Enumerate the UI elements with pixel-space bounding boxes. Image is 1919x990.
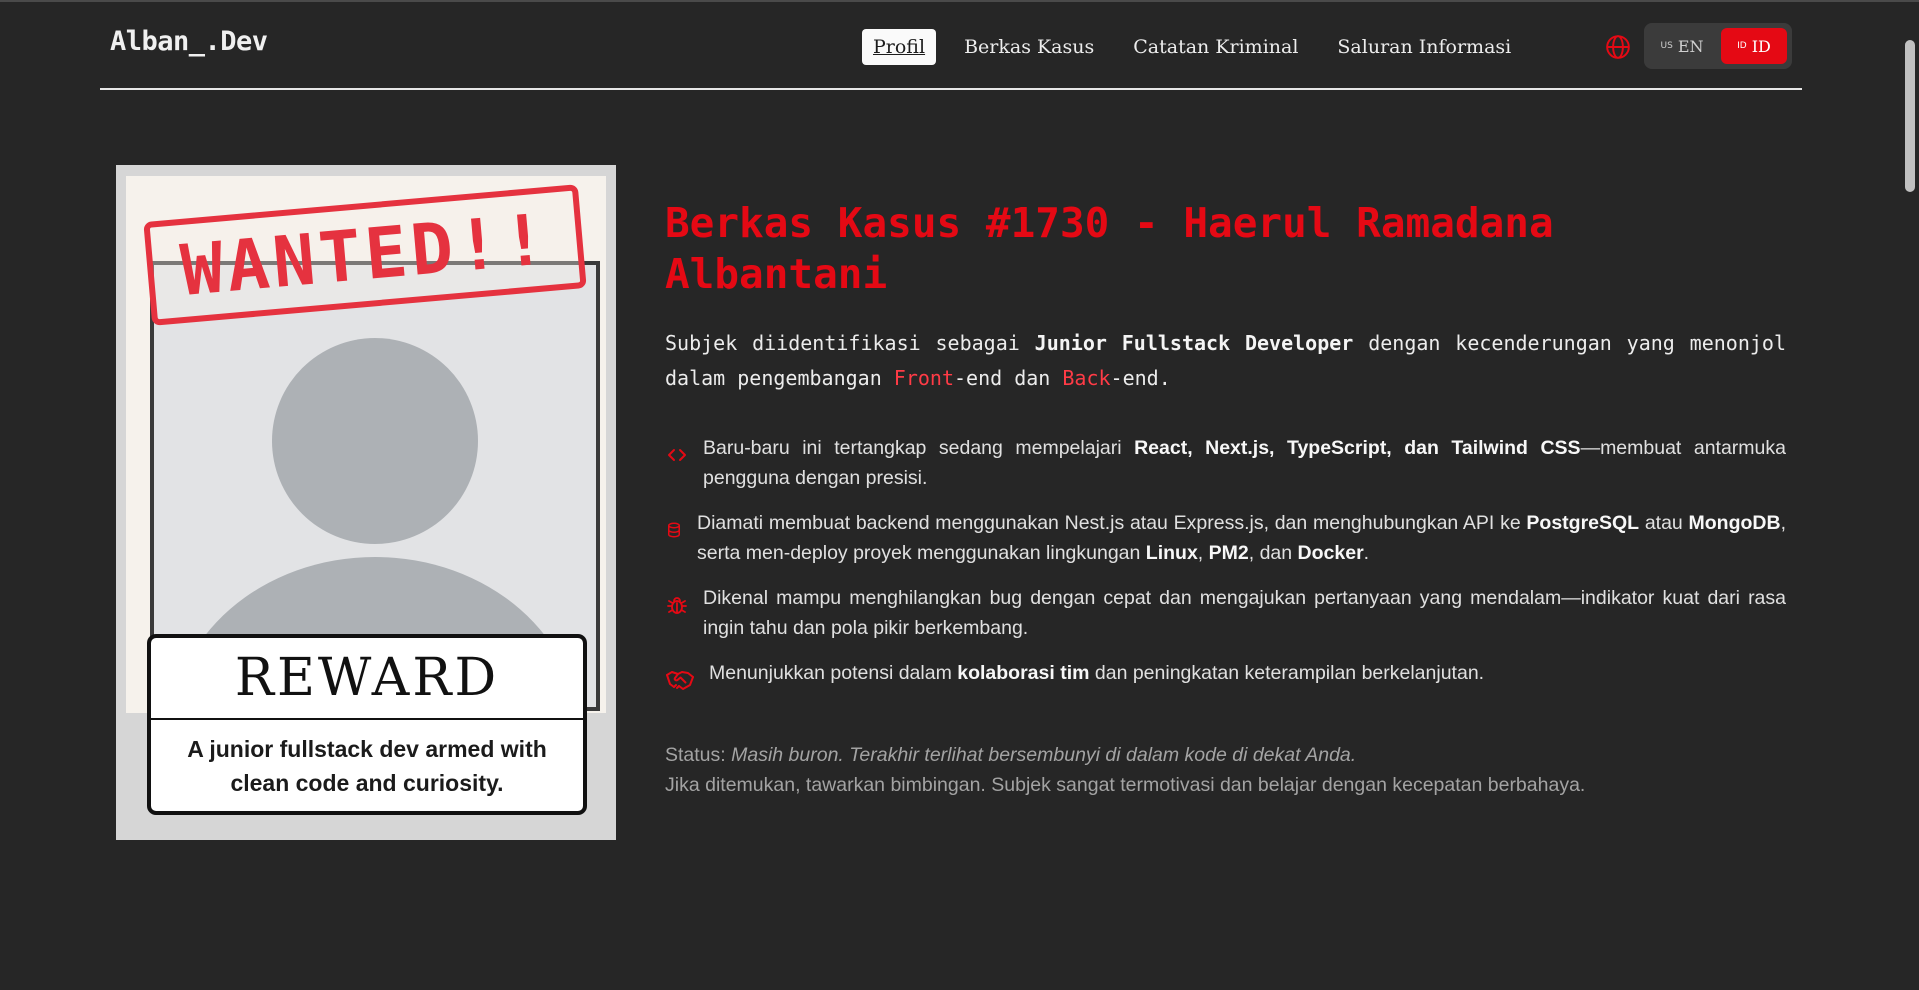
id-flag-icon: ID (1737, 41, 1747, 51)
globe-icon (1606, 35, 1630, 59)
bullet-text: Baru-baru ini tertangkap sedang mempelaj… (703, 437, 1135, 459)
code-icon (668, 449, 686, 461)
lang-en-button[interactable]: US EN (1649, 28, 1715, 64)
page-title: Berkas Kasus #1730 - Haerul Ramadana Alb… (665, 199, 1554, 298)
bullet-text: Diamati membuat backend menggunakan Nest… (697, 512, 1527, 534)
status-line-2: Jika ditemukan, tawarkan bimbingan. Subj… (665, 774, 1586, 796)
bullet-text: Menunjukkan potensi dalam (709, 662, 958, 684)
skill-debugging-text: Dikenal mampu menghilangkan bug dengan c… (703, 587, 1786, 639)
bullet-emphasis: Docker (1297, 542, 1364, 564)
status-label: Status: (665, 744, 732, 766)
skill-backend-text: Diamati membuat backend menggunakan Nest… (697, 508, 1786, 568)
bullet-text: atau (1639, 512, 1689, 534)
bullet-emphasis: Linux (1145, 542, 1198, 564)
database-icon (668, 522, 680, 538)
language-toggle: US EN ID ID (1644, 23, 1792, 69)
skill-frontend-text: Baru-baru ini tertangkap sedang mempelaj… (703, 433, 1786, 493)
bullet-emphasis: PM2 (1208, 542, 1249, 564)
list-item: Diamati membuat backend menggunakan Nest… (665, 508, 1786, 568)
bullet-emphasis: React, Next.js, TypeScript, dan Tailwind… (1134, 437, 1581, 459)
lang-en-label: EN (1677, 36, 1704, 56)
list-item: Menunjukkan potensi dalam kolaborasi tim… (665, 658, 1786, 692)
list-item: Baru-baru ini tertangkap sedang mempelaj… (665, 433, 1786, 493)
wanted-stamp-text: WANTED!! (177, 198, 553, 312)
wanted-poster: WANTED!! REWARD A junior fullstack dev a… (116, 165, 616, 840)
nav-item-saluran-informasi[interactable]: Saluran Informasi (1326, 29, 1522, 65)
status-note: Status: Masih buron. Terakhir terlihat b… (665, 740, 1805, 800)
skill-collaboration-text: Menunjukkan potensi dalam kolaborasi tim… (709, 658, 1786, 688)
intro-text: -end. (1110, 366, 1171, 390)
bullet-text: dan peningkatan keterampilan berkelanjut… (1089, 662, 1485, 684)
reward-card: REWARD A junior fullstack dev armed with… (147, 634, 587, 815)
bullet-text: , dan (1248, 542, 1298, 564)
intro-front-highlight: Front (893, 366, 954, 390)
intro-back-highlight: Back (1062, 366, 1111, 390)
lang-id-button[interactable]: ID ID (1721, 28, 1787, 64)
lang-id-label: ID (1751, 36, 1771, 56)
nav-item-berkas-kasus[interactable]: Berkas Kasus (953, 29, 1105, 65)
site-logo[interactable]: Alban_.Dev (110, 26, 268, 57)
reward-description: A junior fullstack dev armed with clean … (187, 736, 547, 796)
page-scrollbar[interactable] (1905, 40, 1915, 192)
intro-text: Subjek diidentifikasi sebagai (665, 331, 1035, 355)
nav-item-profil[interactable]: Profil (862, 29, 937, 65)
list-item: Dikenal mampu menghilangkan bug dengan c… (665, 583, 1786, 643)
status-text: Masih buron. Terakhir terlihat bersembun… (731, 744, 1357, 766)
bullet-emphasis: kolaborasi tim (957, 662, 1090, 684)
main-nav: Profil Berkas Kasus Catatan Kriminal Sal… (862, 27, 1539, 67)
us-flag-icon: US (1660, 41, 1673, 51)
skills-list: Baru-baru ini tertangkap sedang mempelaj… (665, 433, 1786, 707)
intro-role: Junior Fullstack Developer (1034, 331, 1354, 355)
reward-title: REWARD (151, 638, 583, 720)
handshake-icon (666, 671, 694, 690)
bullet-emphasis: PostgreSQL (1526, 512, 1640, 534)
intro-text: -end dan (954, 366, 1063, 390)
bullet-text: , (1197, 542, 1209, 564)
site-header: Alban_.Dev Profil Berkas Kasus Catatan K… (100, 0, 1802, 90)
bullet-emphasis: MongoDB (1688, 512, 1781, 534)
bullet-text: . (1363, 542, 1370, 564)
nav-item-catatan-kriminal[interactable]: Catatan Kriminal (1122, 29, 1309, 65)
bug-icon (667, 597, 687, 614)
subject-intro: Subjek diidentifikasi sebagai Junior Ful… (665, 326, 1786, 396)
status-line-1: Status: Masih buron. Terakhir terlihat b… (665, 740, 1805, 770)
